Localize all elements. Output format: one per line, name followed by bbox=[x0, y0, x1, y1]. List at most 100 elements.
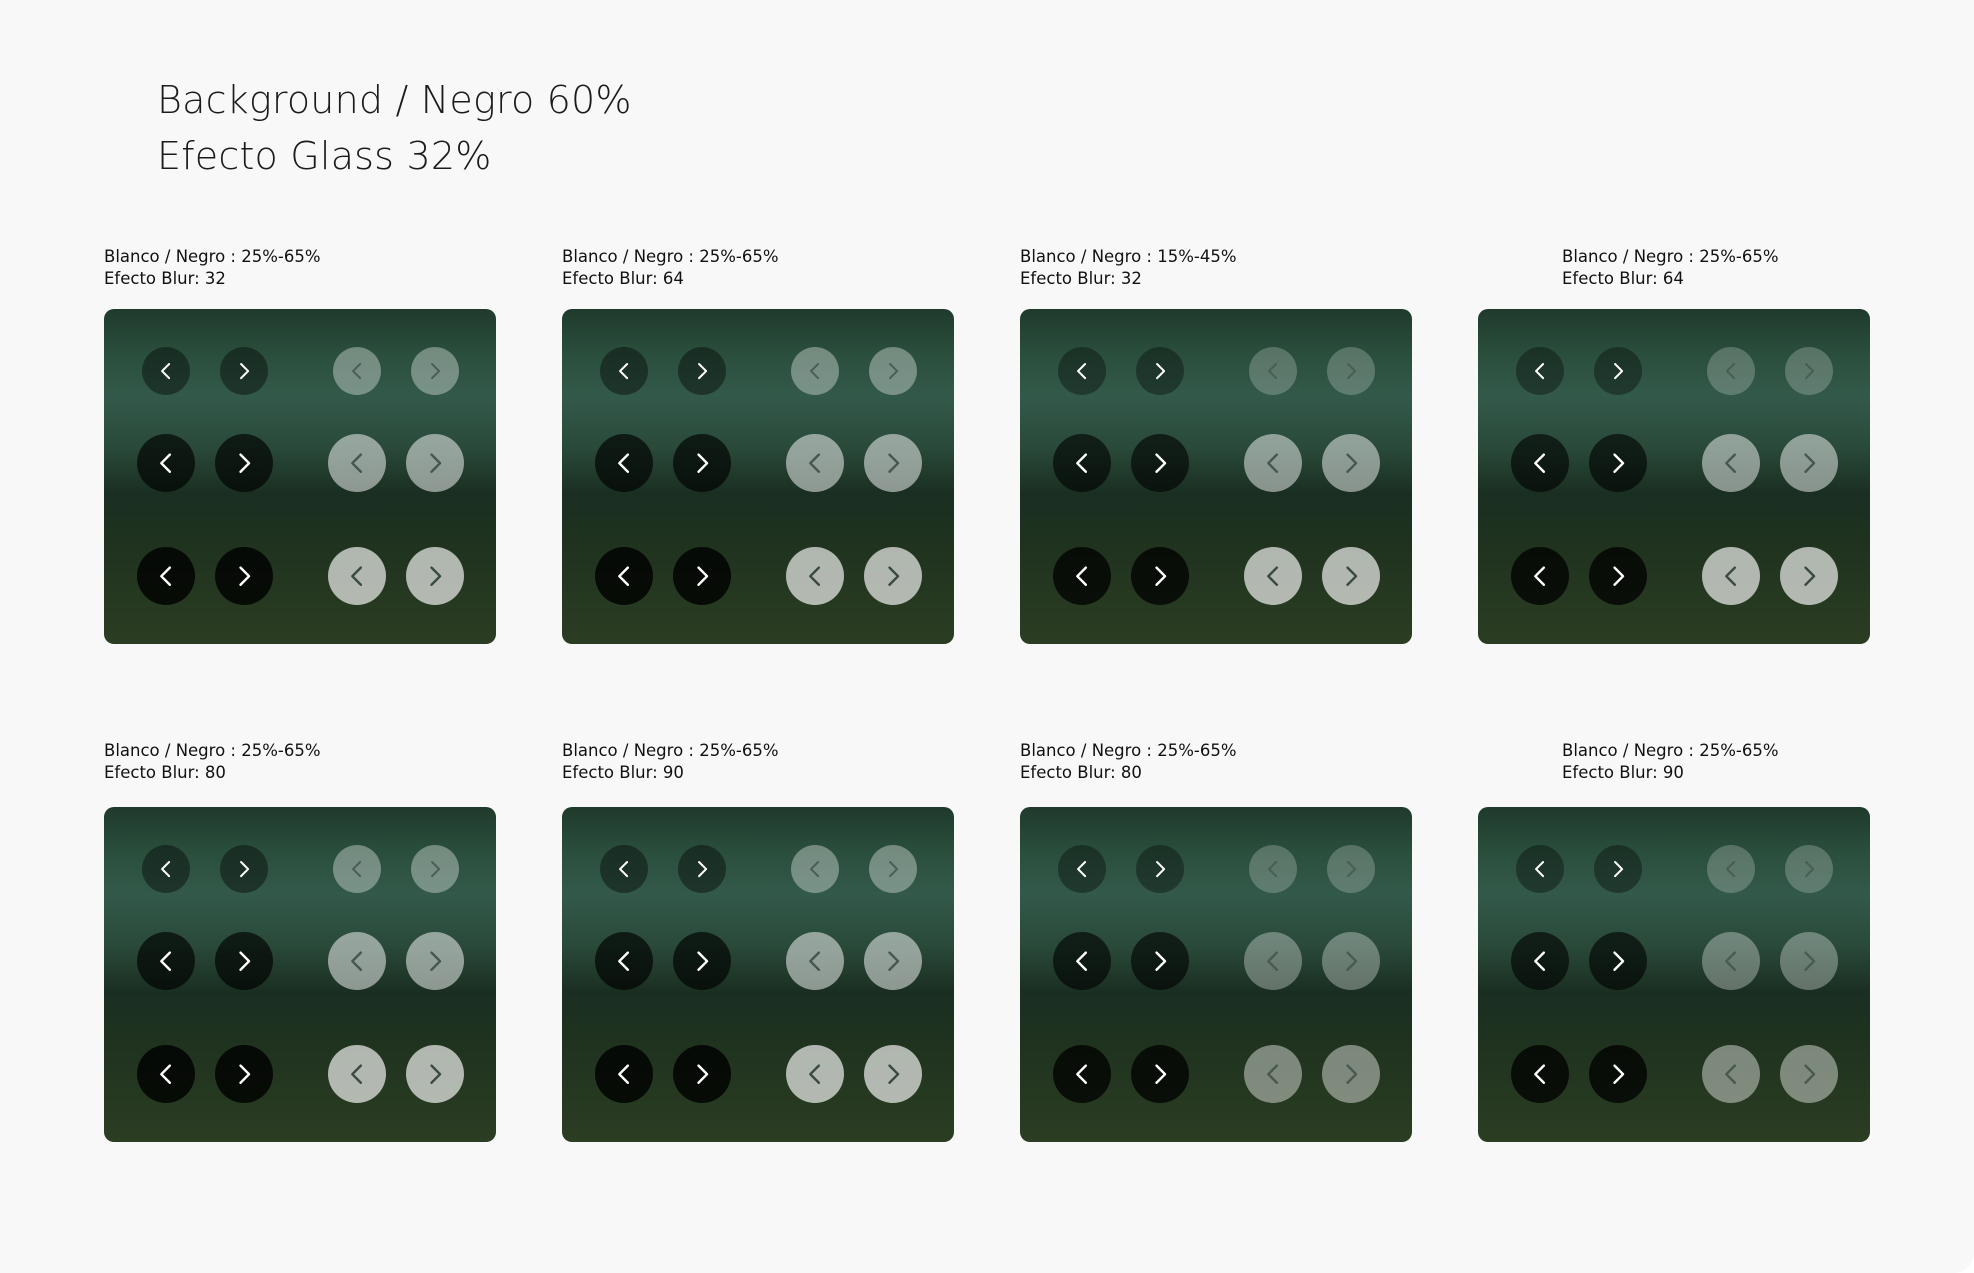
prev-button-dark-medium[interactable] bbox=[1511, 434, 1569, 492]
prev-button-light-small[interactable] bbox=[1249, 347, 1297, 395]
next-button-light-large[interactable] bbox=[864, 1045, 922, 1103]
next-button-light-medium[interactable] bbox=[864, 932, 922, 990]
next-button-light-large[interactable] bbox=[864, 547, 922, 605]
prev-button-dark-medium[interactable] bbox=[595, 932, 653, 990]
prev-button-light-medium[interactable] bbox=[1702, 932, 1760, 990]
next-button-dark-small[interactable] bbox=[1136, 347, 1184, 395]
next-button-light-large[interactable] bbox=[1780, 1045, 1838, 1103]
prev-button-dark-large[interactable] bbox=[1511, 547, 1569, 605]
next-button-dark-large[interactable] bbox=[673, 547, 731, 605]
next-button-light-large[interactable] bbox=[406, 1045, 464, 1103]
next-button-light-small[interactable] bbox=[1785, 845, 1833, 893]
prev-button-light-small[interactable] bbox=[791, 845, 839, 893]
prev-button-dark-large[interactable] bbox=[1511, 1045, 1569, 1103]
prev-button-dark-large[interactable] bbox=[137, 547, 195, 605]
next-button-light-small[interactable] bbox=[1327, 347, 1375, 395]
next-button-light-small[interactable] bbox=[1327, 845, 1375, 893]
chevron-right-icon bbox=[1155, 566, 1167, 586]
prev-button-light-medium[interactable] bbox=[328, 434, 386, 492]
next-button-dark-small[interactable] bbox=[1594, 845, 1642, 893]
next-button-light-medium[interactable] bbox=[864, 434, 922, 492]
prev-button-light-medium[interactable] bbox=[328, 932, 386, 990]
next-button-light-large[interactable] bbox=[1780, 547, 1838, 605]
next-button-dark-medium[interactable] bbox=[1131, 932, 1189, 990]
prev-button-dark-small[interactable] bbox=[600, 347, 648, 395]
prev-button-light-large[interactable] bbox=[328, 1045, 386, 1103]
next-button-light-medium[interactable] bbox=[406, 932, 464, 990]
prev-button-dark-medium[interactable] bbox=[1053, 434, 1111, 492]
prev-button-dark-small[interactable] bbox=[1058, 347, 1106, 395]
prev-button-light-small[interactable] bbox=[333, 845, 381, 893]
next-button-dark-small[interactable] bbox=[1594, 347, 1642, 395]
next-button-light-large[interactable] bbox=[1322, 1045, 1380, 1103]
chevron-left-icon bbox=[1725, 860, 1736, 878]
prev-button-dark-medium[interactable] bbox=[595, 434, 653, 492]
next-button-light-small[interactable] bbox=[869, 347, 917, 395]
chevron-right-icon bbox=[239, 860, 250, 878]
prev-button-light-medium[interactable] bbox=[786, 932, 844, 990]
prev-button-dark-small[interactable] bbox=[1516, 845, 1564, 893]
prev-button-light-small[interactable] bbox=[1707, 845, 1755, 893]
prev-button-dark-large[interactable] bbox=[595, 1045, 653, 1103]
next-button-dark-large[interactable] bbox=[215, 547, 273, 605]
prev-button-light-large[interactable] bbox=[1244, 1045, 1302, 1103]
next-button-dark-medium[interactable] bbox=[673, 932, 731, 990]
prev-button-dark-small[interactable] bbox=[142, 347, 190, 395]
next-button-light-small[interactable] bbox=[869, 845, 917, 893]
prev-button-dark-medium[interactable] bbox=[137, 932, 195, 990]
prev-button-dark-small[interactable] bbox=[1516, 347, 1564, 395]
next-button-dark-medium[interactable] bbox=[1589, 434, 1647, 492]
prev-button-light-large[interactable] bbox=[1702, 547, 1760, 605]
next-button-light-small[interactable] bbox=[1785, 347, 1833, 395]
next-button-dark-medium[interactable] bbox=[215, 434, 273, 492]
prev-button-dark-medium[interactable] bbox=[137, 434, 195, 492]
next-button-dark-large[interactable] bbox=[1589, 1045, 1647, 1103]
prev-button-light-large[interactable] bbox=[786, 547, 844, 605]
prev-button-dark-medium[interactable] bbox=[1053, 932, 1111, 990]
prev-button-dark-small[interactable] bbox=[600, 845, 648, 893]
prev-button-light-large[interactable] bbox=[1244, 547, 1302, 605]
prev-button-light-medium[interactable] bbox=[1702, 434, 1760, 492]
next-button-dark-medium[interactable] bbox=[673, 434, 731, 492]
prev-button-light-medium[interactable] bbox=[1244, 932, 1302, 990]
prev-button-light-medium[interactable] bbox=[786, 434, 844, 492]
prev-button-dark-medium[interactable] bbox=[1511, 932, 1569, 990]
next-button-light-medium[interactable] bbox=[1322, 434, 1380, 492]
prev-button-light-large[interactable] bbox=[786, 1045, 844, 1103]
next-button-dark-medium[interactable] bbox=[1589, 932, 1647, 990]
prev-button-light-medium[interactable] bbox=[1244, 434, 1302, 492]
next-button-light-medium[interactable] bbox=[406, 434, 464, 492]
prev-button-dark-large[interactable] bbox=[595, 547, 653, 605]
next-button-dark-medium[interactable] bbox=[215, 932, 273, 990]
next-button-dark-small[interactable] bbox=[220, 347, 268, 395]
prev-button-dark-large[interactable] bbox=[1053, 1045, 1111, 1103]
next-button-light-large[interactable] bbox=[1322, 547, 1380, 605]
next-button-light-medium[interactable] bbox=[1780, 932, 1838, 990]
prev-button-dark-large[interactable] bbox=[1053, 547, 1111, 605]
next-button-light-small[interactable] bbox=[411, 845, 459, 893]
next-button-dark-medium[interactable] bbox=[1131, 434, 1189, 492]
prev-button-light-large[interactable] bbox=[1702, 1045, 1760, 1103]
prev-button-dark-small[interactable] bbox=[1058, 845, 1106, 893]
prev-button-light-large[interactable] bbox=[328, 547, 386, 605]
next-button-dark-large[interactable] bbox=[1131, 547, 1189, 605]
prev-button-light-small[interactable] bbox=[1249, 845, 1297, 893]
next-button-dark-large[interactable] bbox=[1589, 547, 1647, 605]
next-button-dark-small[interactable] bbox=[220, 845, 268, 893]
next-button-dark-small[interactable] bbox=[1136, 845, 1184, 893]
next-button-dark-small[interactable] bbox=[678, 845, 726, 893]
next-button-light-medium[interactable] bbox=[1780, 434, 1838, 492]
prev-button-light-small[interactable] bbox=[791, 347, 839, 395]
next-button-dark-large[interactable] bbox=[1131, 1045, 1189, 1103]
prev-button-light-small[interactable] bbox=[1707, 347, 1755, 395]
prev-button-light-small[interactable] bbox=[333, 347, 381, 395]
next-button-dark-large[interactable] bbox=[215, 1045, 273, 1103]
next-button-light-small[interactable] bbox=[411, 347, 459, 395]
prev-button-dark-large[interactable] bbox=[137, 1045, 195, 1103]
prev-button-dark-small[interactable] bbox=[142, 845, 190, 893]
next-button-dark-large[interactable] bbox=[673, 1045, 731, 1103]
next-button-light-medium[interactable] bbox=[1322, 932, 1380, 990]
next-button-dark-small[interactable] bbox=[678, 347, 726, 395]
chevron-right-icon bbox=[430, 566, 442, 586]
next-button-light-large[interactable] bbox=[406, 547, 464, 605]
